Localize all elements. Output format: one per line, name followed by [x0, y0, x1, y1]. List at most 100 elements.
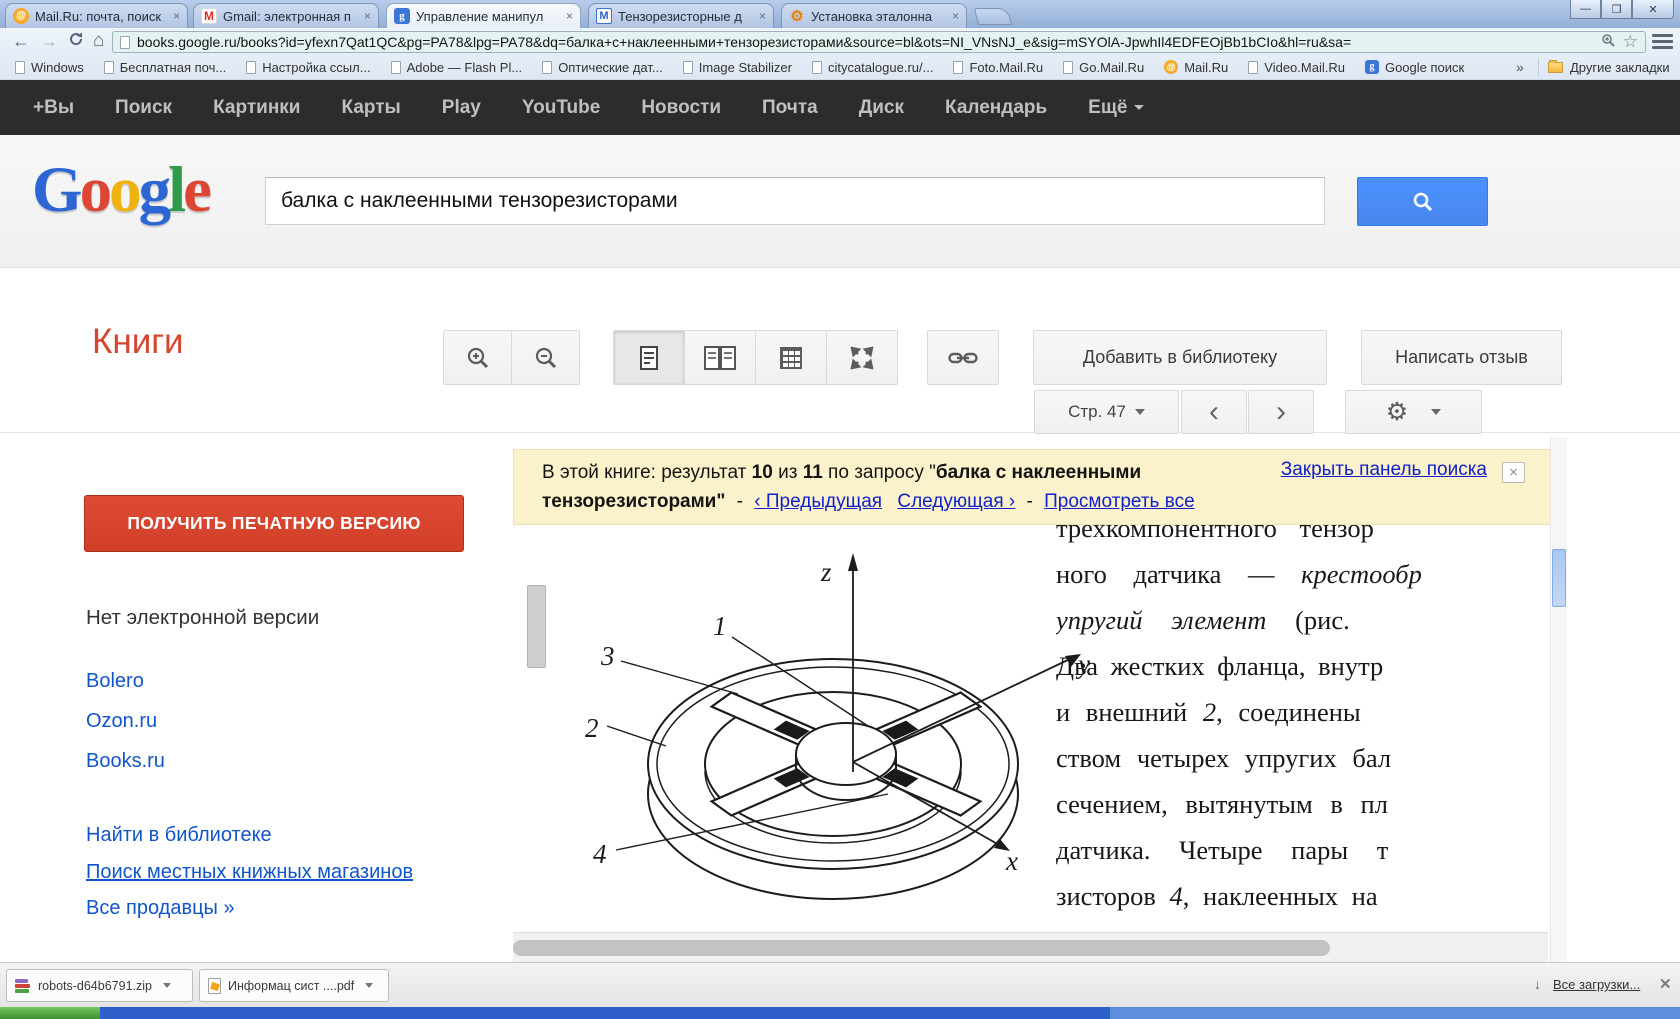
book-text-line: зисторов 4, наклеенных на: [1056, 881, 1378, 911]
zoom-in-button[interactable]: [443, 330, 512, 385]
bookmarks-overflow-chevron[interactable]: »: [1516, 54, 1524, 80]
gbar-item-calendar[interactable]: Календарь: [945, 97, 1047, 119]
page-scroll-slider[interactable]: [527, 585, 546, 668]
get-link-button[interactable]: [927, 330, 999, 385]
bookmark-item[interactable]: Adobe — Flash Pl...: [386, 60, 528, 75]
write-review-button[interactable]: Написать отзыв: [1361, 330, 1562, 385]
tab-ustanovka[interactable]: ⚙ Установка эталонна ×: [781, 3, 967, 28]
show-all-downloads-link[interactable]: Все загрузки...: [1553, 977, 1640, 992]
tab-title: Управление манипул: [416, 8, 544, 24]
bookmark-item[interactable]: @ Mail.Ru: [1159, 60, 1233, 75]
back-icon[interactable]: ←: [12, 30, 30, 52]
pdf-icon: [208, 977, 221, 994]
close-window-button[interactable]: ✕: [1632, 0, 1674, 19]
bookmark-item[interactable]: citycatalogue.ru/...: [807, 60, 939, 75]
all-sellers-link[interactable]: Все продавцы »: [86, 897, 235, 920]
gbar-item-drive[interactable]: Диск: [859, 97, 904, 119]
bookmark-item[interactable]: Оптические дат...: [537, 60, 668, 75]
view-mode-button-group: [613, 330, 898, 385]
folder-icon: [1548, 59, 1563, 73]
close-icon[interactable]: ×: [173, 9, 180, 23]
bookmark-star-icon[interactable]: ☆: [1623, 32, 1638, 52]
tab-mailru[interactable]: @ Mail.Ru: почта, поиск ×: [5, 3, 188, 28]
horizontal-scrollbar-thumb[interactable]: [513, 940, 1330, 956]
menu-icon[interactable]: [1652, 34, 1673, 49]
tab-gmail[interactable]: M Gmail: электронная п ×: [193, 3, 379, 28]
previous-result-link[interactable]: ‹ Предыдущая: [754, 491, 882, 512]
bookmark-item[interactable]: g Google поиск: [1360, 60, 1469, 75]
no-ebook-label: Нет электронной версии: [86, 606, 320, 629]
gbar-item-youtube[interactable]: YouTube: [522, 97, 600, 119]
thumbnail-view-button[interactable]: [755, 330, 827, 385]
maximize-button[interactable]: ❐: [1601, 0, 1632, 19]
settings-dropdown-button[interactable]: ⚙: [1345, 390, 1482, 434]
bookmark-item[interactable]: Video.Mail.Ru: [1243, 60, 1350, 75]
close-search-panel-link[interactable]: Закрыть панель поиска: [1281, 459, 1487, 481]
bookmark-label: Go.Mail.Ru: [1079, 59, 1145, 75]
two-page-view-button[interactable]: [684, 330, 756, 385]
bookmark-item[interactable]: Windows: [10, 60, 89, 75]
download-item-pdf[interactable]: Информац сист ....pdf: [199, 969, 389, 1002]
gbar-item-images[interactable]: Картинки: [213, 97, 300, 119]
zoom-indicator-icon[interactable]: [1601, 33, 1616, 52]
home-icon[interactable]: ⌂: [93, 30, 104, 52]
search-button[interactable]: [1357, 177, 1488, 226]
bookmark-label: Windows: [31, 59, 84, 75]
gbar-item-mail[interactable]: Почта: [762, 97, 818, 119]
other-bookmarks-button[interactable]: Другие закладки: [1548, 54, 1670, 80]
seller-link-ozon[interactable]: Ozon.ru: [86, 710, 157, 733]
previous-page-button[interactable]: ‹: [1181, 390, 1247, 434]
start-button[interactable]: [0, 1007, 100, 1019]
download-filename: Информац сист ....pdf: [228, 978, 355, 993]
seller-link-books-ru[interactable]: Books.ru: [86, 750, 165, 773]
gbar-item-search[interactable]: Поиск: [115, 97, 172, 119]
archive-icon: [15, 978, 31, 994]
address-bar[interactable]: books.google.ru/books?id=yfexn7Qat1QC&pg…: [112, 31, 1646, 53]
close-icon[interactable]: ×: [759, 9, 766, 23]
close-icon[interactable]: ×: [566, 9, 573, 23]
find-in-library-link[interactable]: Найти в библиотеке: [86, 824, 272, 847]
gbar-item-more[interactable]: Ещё: [1088, 97, 1145, 119]
next-result-link[interactable]: Следующая ›: [897, 491, 1015, 512]
bookmark-item[interactable]: Бесплатная поч...: [99, 60, 231, 75]
close-icon[interactable]: ×: [952, 9, 959, 23]
bookmark-item[interactable]: Image Stabilizer: [678, 60, 797, 75]
gbar-item-plus-you[interactable]: +Вы: [33, 97, 74, 119]
download-item-zip[interactable]: robots-d64b6791.zip: [6, 969, 193, 1002]
local-bookstores-link[interactable]: Поиск местных книжных магазинов: [86, 861, 413, 884]
view-all-results-link[interactable]: Просмотреть все: [1044, 491, 1195, 512]
url-text[interactable]: books.google.ru/books?id=yfexn7Qat1QC&pg…: [137, 34, 1594, 50]
taskbar-app-button[interactable]: [1110, 1007, 1680, 1019]
close-downloads-bar-icon[interactable]: ✕: [1659, 975, 1672, 993]
bookmark-item[interactable]: Go.Mail.Ru: [1058, 60, 1149, 75]
search-input[interactable]: [265, 177, 1325, 225]
forward-icon[interactable]: →: [40, 30, 58, 52]
gbar-item-play[interactable]: Play: [442, 97, 481, 119]
seller-link-bolero[interactable]: Bolero: [86, 670, 144, 693]
page-selector-dropdown[interactable]: Стр. 47: [1034, 390, 1179, 434]
next-page-button[interactable]: ›: [1248, 390, 1314, 434]
fullscreen-button[interactable]: [826, 330, 898, 385]
single-page-view-button[interactable]: [613, 330, 685, 385]
google-apps-bar: +Вы Поиск Картинки Карты Play YouTube Но…: [0, 80, 1680, 135]
gbar-item-maps[interactable]: Карты: [341, 97, 400, 119]
get-print-version-button[interactable]: ПОЛУЧИТЬ ПЕЧАТНУЮ ВЕРСИЮ: [84, 495, 464, 552]
minimize-button[interactable]: —: [1570, 0, 1601, 19]
chevron-down-icon[interactable]: [162, 983, 171, 988]
chevron-down-icon[interactable]: [365, 983, 374, 988]
bookmark-item[interactable]: Foto.Mail.Ru: [948, 60, 1048, 75]
horizontal-scrollbar[interactable]: [513, 932, 1548, 962]
tab-tenzo[interactable]: M Тензорезисторные д ×: [588, 3, 774, 28]
reload-icon[interactable]: [68, 30, 84, 52]
add-to-library-button[interactable]: Добавить в библиотеку: [1033, 330, 1327, 385]
bookmarks-bar: Windows Бесплатная поч... Настройка ссыл…: [0, 54, 1505, 80]
gbar-item-news[interactable]: Новости: [641, 97, 721, 119]
tab-google-books-active[interactable]: g Управление манипул ×: [386, 3, 581, 28]
close-icon[interactable]: ×: [1502, 462, 1525, 483]
close-icon[interactable]: ×: [364, 9, 371, 23]
new-tab-button[interactable]: [973, 8, 1013, 25]
vertical-scrollbar[interactable]: [1550, 437, 1567, 962]
vertical-scrollbar-thumb[interactable]: [1552, 549, 1566, 607]
bookmark-item[interactable]: Настройка ссыл...: [241, 60, 375, 75]
zoom-out-button[interactable]: [511, 330, 580, 385]
